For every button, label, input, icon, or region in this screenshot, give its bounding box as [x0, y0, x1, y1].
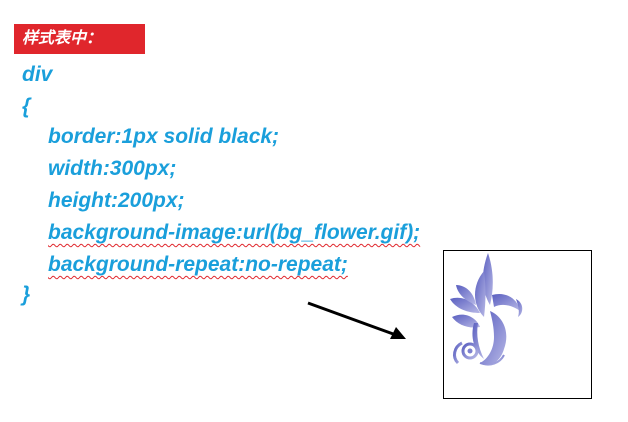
code-line-border: border:1px solid black;: [48, 125, 280, 148]
flower-icon: [450, 253, 523, 366]
code-line-height: height:200px;: [48, 189, 185, 212]
code-line-background-repeat: background-repeat:no-repeat;: [48, 253, 348, 276]
code-line-background-image: background-image:url(bg_flower.gif);: [48, 221, 421, 244]
arrow-right-icon: [307, 301, 406, 339]
background-preview-box: [443, 250, 592, 399]
code-line-open-brace: {: [22, 95, 31, 118]
code-line-selector: div: [22, 63, 53, 86]
code-line-close-brace: }: [22, 283, 31, 306]
code-line-width: width:300px;: [48, 157, 177, 180]
